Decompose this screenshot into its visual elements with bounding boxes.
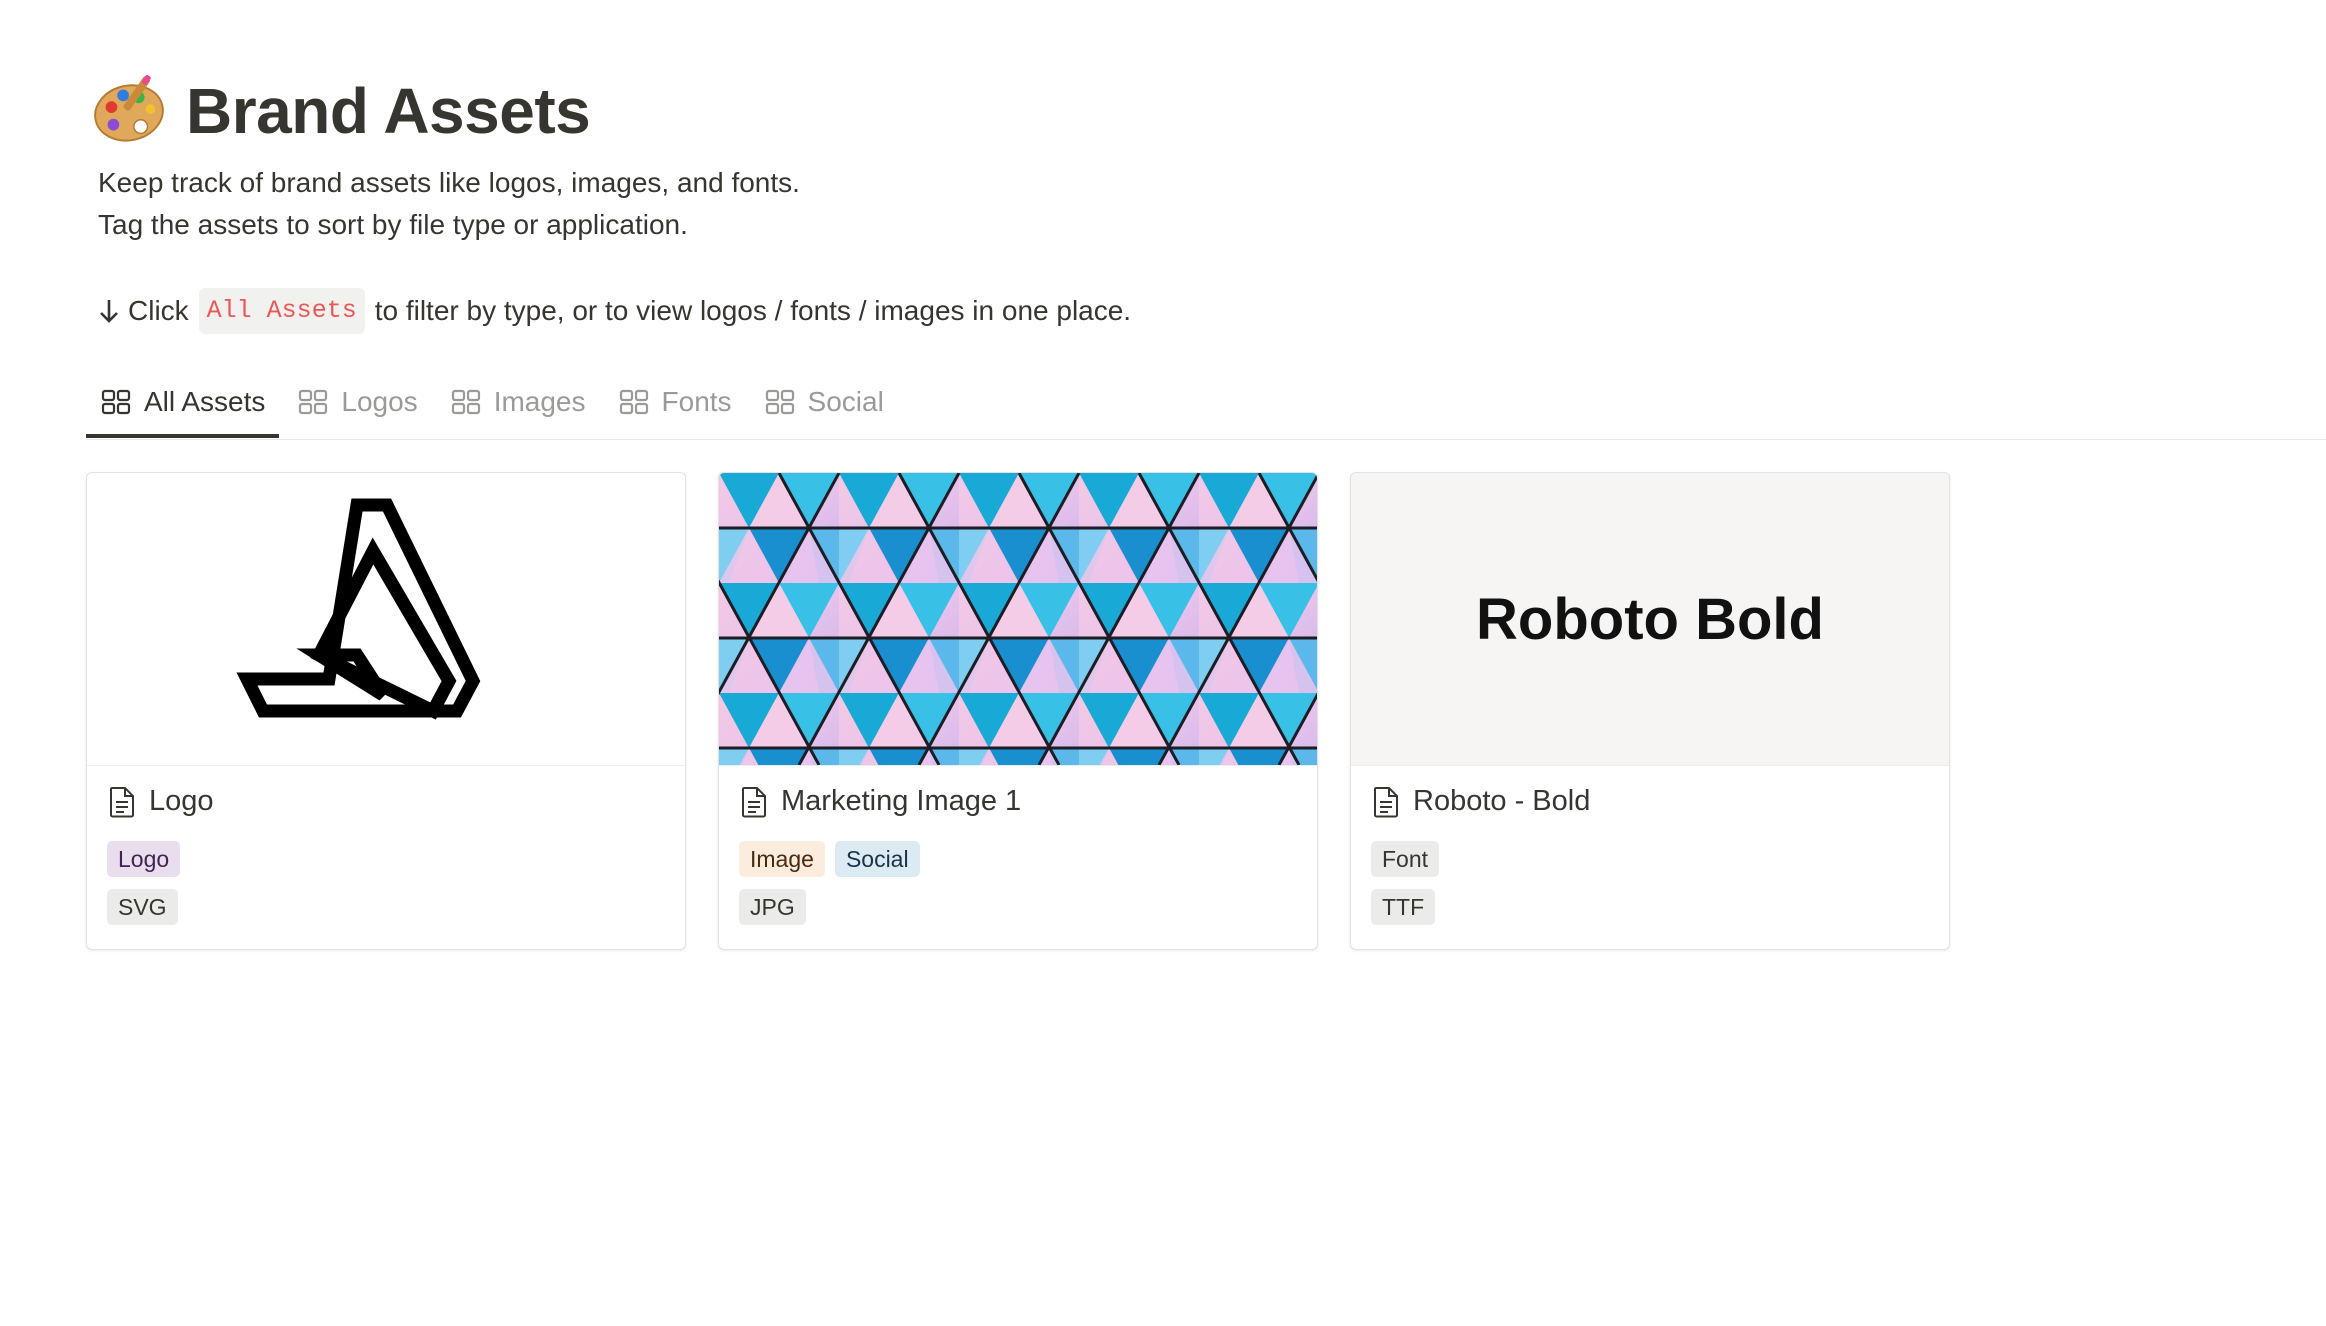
card-file-type: JPG — [739, 889, 816, 925]
card-title: Marketing Image 1 — [781, 785, 1022, 817]
arrow-down-icon — [100, 300, 118, 323]
page-header: Brand Assets — [90, 72, 591, 150]
gallery-card-roboto-bold[interactable]: Roboto Bold Roboto - Bold Font TTF — [1350, 472, 1950, 950]
tag-badge: Social — [834, 841, 920, 877]
card-title-row: Marketing Image 1 — [739, 785, 1021, 818]
gallery-grid-icon — [765, 389, 794, 415]
page-description: Keep track of brand assets like logos, i… — [98, 162, 800, 246]
card-tags: Font — [1371, 841, 1449, 877]
tag-badge: Logo — [107, 841, 181, 877]
gallery-grid-icon — [451, 389, 480, 415]
penrose-triangle-logo — [236, 498, 481, 720]
page-doc-icon — [742, 786, 766, 817]
tab-all-assets[interactable]: All Assets — [86, 376, 280, 438]
tab-social[interactable]: Social — [750, 376, 898, 428]
page-doc-icon — [1374, 786, 1398, 817]
gallery-card-logo[interactable]: Logo Logo SVG — [86, 472, 686, 950]
file-type-badge: TTF — [1371, 889, 1436, 925]
view-tabs: All Assets Logos Images Fonts Social — [86, 376, 902, 440]
gallery-grid-icon — [101, 389, 131, 415]
card-title-row: Logo — [107, 785, 214, 818]
gallery-grid-icon — [299, 389, 328, 415]
tab-label: Logos — [341, 386, 418, 417]
tab-logos[interactable]: Logos — [283, 376, 431, 428]
instruction-line: Click All Assets to filter by type, or t… — [98, 288, 1131, 334]
instruction-prefix: Click — [128, 295, 189, 326]
tabs-divider — [86, 439, 2326, 440]
card-cover — [719, 473, 1317, 766]
instruction-code: All Assets — [198, 288, 365, 334]
artist-palette-icon[interactable] — [90, 72, 168, 150]
tab-label: Fonts — [661, 386, 732, 417]
file-type-badge: SVG — [107, 889, 178, 925]
tag-badge: Image — [739, 841, 825, 877]
card-title-row: Roboto - Bold — [1371, 785, 1590, 818]
card-tags: Image Social — [739, 841, 930, 877]
gallery-card-marketing-image[interactable]: Marketing Image 1 Image Social JPG — [718, 472, 1318, 950]
card-title: Roboto - Bold — [1413, 785, 1591, 817]
card-tags: Logo — [107, 841, 190, 877]
gallery-grid-icon — [619, 389, 648, 415]
card-file-type: TTF — [1371, 889, 1445, 925]
tab-label: Social — [807, 386, 884, 417]
tab-images[interactable]: Images — [436, 376, 600, 428]
card-file-type: SVG — [107, 889, 188, 925]
geometric-triangle-pattern-photo — [719, 473, 1317, 765]
card-cover: Roboto Bold — [1351, 473, 1949, 766]
instruction-suffix: to filter by type, or to view logos / fo… — [374, 295, 1132, 326]
description-line-2: Tag the assets to sort by file type or a… — [98, 209, 688, 240]
tag-badge: Font — [1371, 841, 1440, 877]
font-sample-text: Roboto Bold — [1476, 586, 1824, 652]
description-line-1: Keep track of brand assets like logos, i… — [98, 167, 800, 198]
card-title: Logo — [149, 785, 214, 817]
tab-label: All Assets — [144, 386, 266, 417]
page-doc-icon — [110, 786, 134, 817]
tab-fonts[interactable]: Fonts — [604, 376, 746, 428]
card-cover — [87, 473, 685, 766]
tab-label: Images — [493, 386, 586, 417]
file-type-badge: JPG — [739, 889, 806, 925]
page-title: Brand Assets — [186, 75, 591, 147]
